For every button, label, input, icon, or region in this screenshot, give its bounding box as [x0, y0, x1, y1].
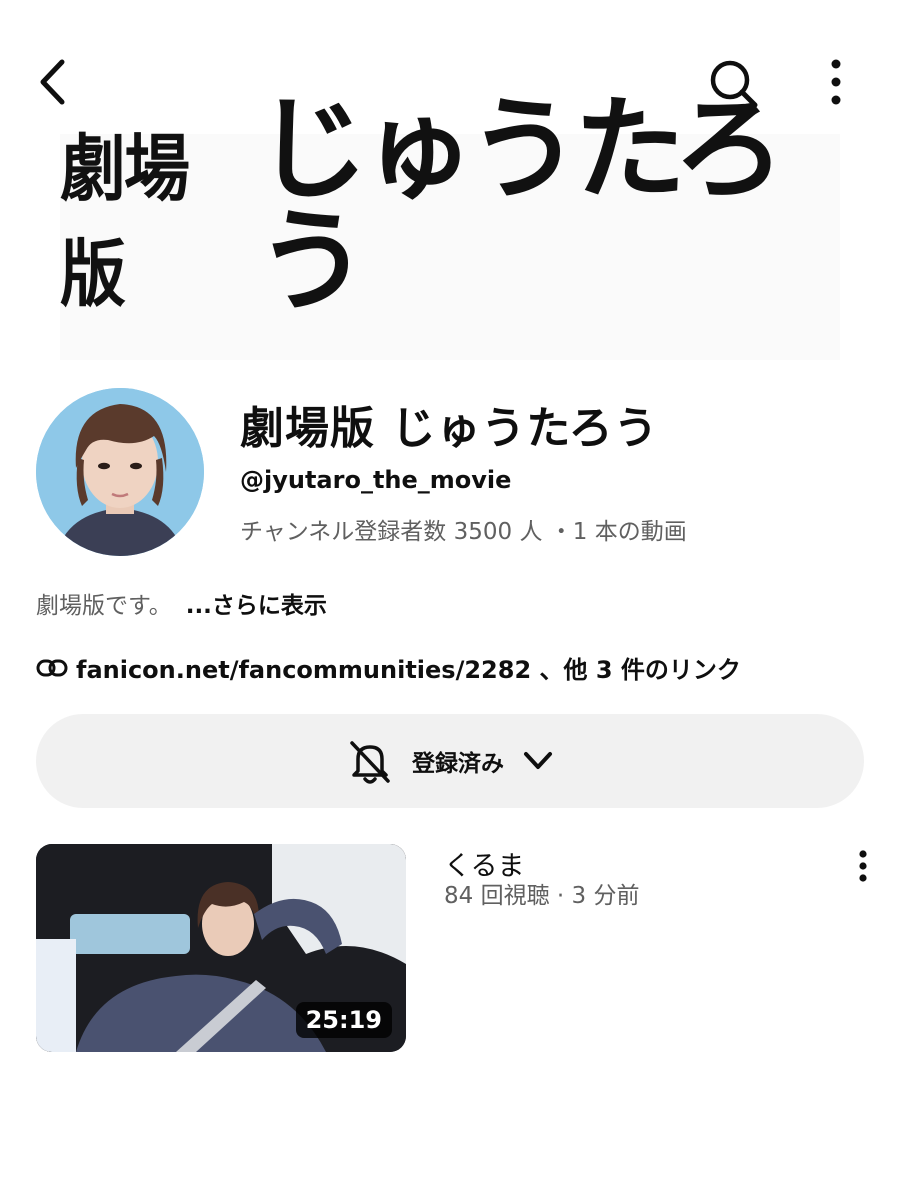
- channel-description[interactable]: 劇場版です。 ...さらに表示: [36, 586, 327, 620]
- channel-name: 劇場版 じゅうたろう: [240, 403, 659, 454]
- video-more-button[interactable]: [848, 846, 878, 886]
- back-button[interactable]: [34, 56, 74, 108]
- more-vertical-icon: [859, 850, 867, 882]
- channel-stats: チャンネル登録者数 3500 人 ・1 本の動画: [240, 519, 687, 545]
- avatar-portrait: [36, 388, 204, 556]
- link-icon: [36, 659, 68, 676]
- subscribed-button[interactable]: 登録済み: [36, 714, 864, 808]
- bell-off-icon: [350, 741, 390, 784]
- chevron-down-icon: [524, 752, 552, 769]
- description-text: 劇場版です。: [36, 593, 172, 619]
- channel-links[interactable]: fanicon.net/fancommunities/2282 、他 3 件のリ…: [36, 650, 741, 685]
- channel-banner: 劇場版 じゅうたろう: [60, 94, 840, 360]
- channel-avatar[interactable]: [36, 388, 204, 556]
- video-duration: 25:19: [295, 1002, 392, 1038]
- subscribed-label: 登録済み: [412, 751, 504, 777]
- banner-subtitle: 劇場版: [60, 125, 190, 318]
- links-text[interactable]: fanicon.net/fancommunities/2282 、他 3 件のリ…: [76, 650, 741, 685]
- video-meta: 84 回視聴 · 3 分前: [444, 883, 640, 909]
- banner-title: じゅうたろう: [256, 84, 785, 327]
- video-thumbnail[interactable]: 25:19: [36, 844, 406, 1052]
- chevron-left-icon: [40, 59, 65, 105]
- show-more-link[interactable]: ...さらに表示: [186, 593, 327, 619]
- channel-handle: @jyutaro_the_movie: [240, 466, 512, 494]
